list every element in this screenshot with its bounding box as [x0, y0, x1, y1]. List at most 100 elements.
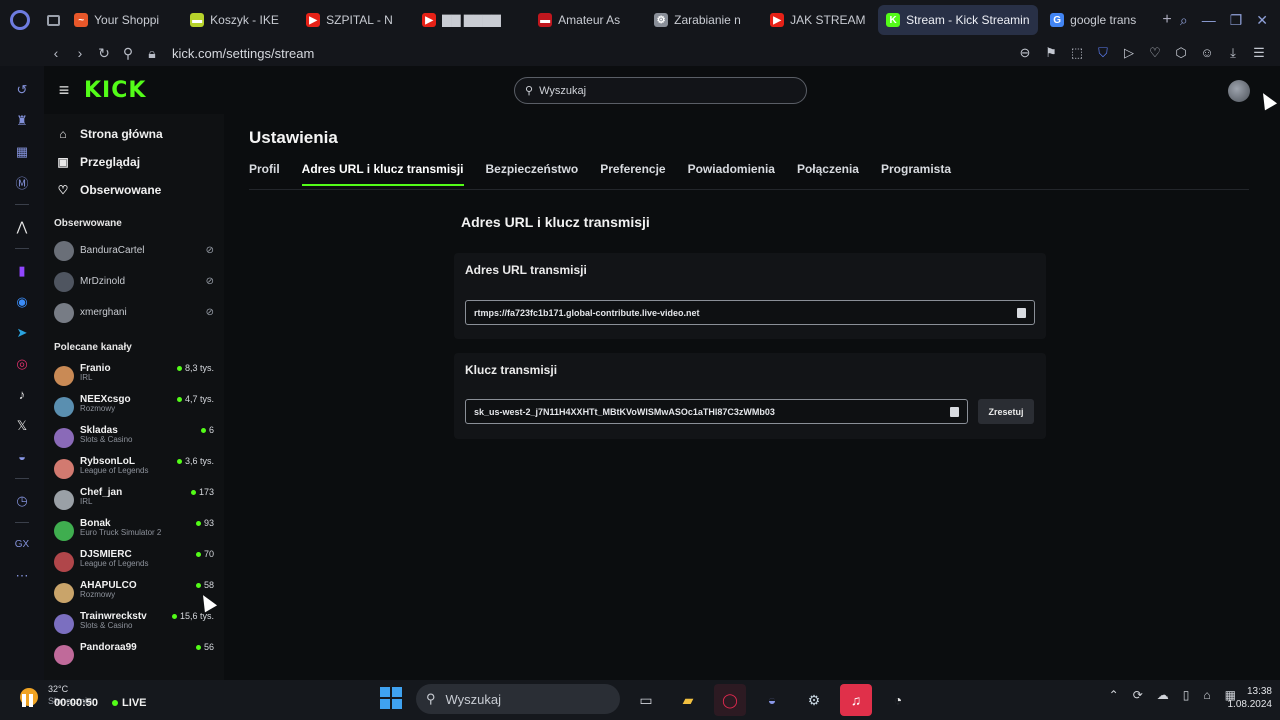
url-field[interactable]: kick.com/settings/stream — [172, 46, 314, 61]
instagram-icon[interactable]: ◎ — [0, 348, 44, 379]
settings-tab[interactable]: Preferencje — [600, 162, 665, 186]
tray-device-icon[interactable]: ▯ — [1183, 688, 1190, 702]
recommended-channel[interactable]: AHAPULCO Rozmowy 58 — [44, 576, 224, 607]
recommended-channel[interactable]: NEEXcsgo Rozmowy 4,7 tys. — [44, 390, 224, 421]
x-twitter-icon[interactable]: 𝕏 — [0, 410, 44, 441]
browser-tab[interactable]: ▬ Amateur As — [530, 5, 642, 35]
kick-logo[interactable]: KICK — [84, 78, 146, 103]
recommended-channel[interactable]: Chef_jan IRL 173 — [44, 483, 224, 514]
copy-icon[interactable] — [950, 407, 959, 417]
nav-item[interactable]: ⌂ Strona główna — [44, 120, 224, 148]
reset-key-button[interactable]: Zresetuj — [978, 399, 1034, 424]
settings-tab[interactable]: Powiadomienia — [688, 162, 775, 186]
workspaces-icon[interactable] — [40, 0, 66, 40]
bookmark-heart-icon[interactable]: ♡ — [1148, 45, 1162, 61]
history-icon[interactable]: ↺ — [0, 74, 44, 105]
settings-tab[interactable]: Programista — [881, 162, 951, 186]
gx-icon[interactable]: GX — [0, 529, 44, 560]
address-bar-actions: ⊖ ⚑ ⬚ ⛉ ▷ ♡ ⬡ ☺ ⤓ ☰ — [1018, 45, 1280, 61]
tray-sync-icon[interactable]: ⟳ — [1133, 688, 1143, 702]
browser-tab[interactable]: ▬ Koszyk - IKE — [182, 5, 294, 35]
telegram-icon[interactable]: ➤ — [0, 317, 44, 348]
taskbar-search[interactable]: ⚲ Wyszukaj — [416, 684, 620, 714]
channel-info: Bonak Euro Truck Simulator 2 — [80, 518, 196, 538]
reload-icon[interactable]: ↻ — [92, 45, 116, 62]
file-explorer-icon[interactable]: ▰ — [672, 684, 704, 716]
site-settings-icon[interactable]: ⚲ — [116, 45, 140, 62]
discord-taskbar-icon[interactable]: ◒ — [756, 684, 788, 716]
tray-cloud-icon[interactable]: ☁ — [1157, 688, 1169, 702]
browser-tab[interactable]: K Stream - Kick Streamin — [878, 5, 1039, 35]
forward-icon[interactable]: › — [68, 45, 92, 61]
close-window-icon[interactable]: ✕ — [1256, 12, 1268, 29]
settings-tab[interactable]: Bezpieczeństwo — [486, 162, 579, 186]
taskbar-clock[interactable]: 13:38 1.08.2024 — [1228, 685, 1273, 711]
tiktok-icon[interactable]: ♪ — [0, 379, 44, 410]
offline-icon: ⊘ — [205, 307, 214, 318]
live-dot-icon — [195, 551, 201, 557]
snapshot-icon[interactable]: ⬚ — [1070, 45, 1084, 61]
steam-icon[interactable]: ⚙ — [798, 684, 830, 716]
more-icon[interactable]: ⋯ — [0, 560, 44, 591]
followed-channel[interactable]: xmerghani ⊘ — [44, 297, 224, 328]
back-icon[interactable]: ‹ — [44, 45, 68, 61]
recommended-channel[interactable]: Pandoraa99 56 — [44, 638, 224, 669]
settings-tab[interactable]: Adres URL i klucz transmisji — [301, 162, 464, 186]
browser-tab[interactable]: ▶ SZPITAL - N — [298, 5, 410, 35]
settings-tab[interactable]: Połączenia — [797, 162, 859, 186]
opera-menu-button[interactable] — [0, 0, 40, 40]
hamburger-menu-icon[interactable]: ≡ — [44, 80, 84, 101]
browser-tab[interactable]: ~ Your Shoppi — [66, 5, 178, 35]
lock-icon[interactable]: 🔒︎ — [140, 45, 164, 62]
player-icon[interactable]: ▷ — [1122, 45, 1136, 61]
obs-icon[interactable]: ◔ — [882, 684, 914, 716]
tab-search-icon[interactable]: ⌕ — [1180, 12, 1188, 29]
followed-channel[interactable]: MrDzinold ⊘ — [44, 266, 224, 297]
player-sidebar-icon[interactable]: ◷ — [0, 485, 44, 516]
profile-icon[interactable]: ☺ — [1200, 45, 1214, 61]
speed-dial-icon[interactable]: ▦ — [0, 136, 44, 167]
stream-url-field[interactable]: rtmps://fa723fc1b171.global-contribute.l… — [465, 300, 1035, 325]
recommended-channel[interactable]: Bonak Euro Truck Simulator 2 93 — [44, 514, 224, 545]
music-icon[interactable]: ♫ — [840, 684, 872, 716]
new-tab-button[interactable]: + — [1154, 5, 1180, 35]
tray-chevron-icon[interactable]: ⌃ — [1109, 688, 1119, 702]
followed-channel[interactable]: BanduraCartel ⊘ — [44, 235, 224, 266]
recommended-channel[interactable]: RybsonLoL League of Legends 3,6 tys. — [44, 452, 224, 483]
nav-item[interactable]: ▣ Przeglądaj — [44, 148, 224, 176]
easy-setup-icon[interactable]: ☰ — [1252, 45, 1266, 61]
discord-icon[interactable]: ◒ — [0, 441, 44, 472]
task-view-icon[interactable]: ▭ — [630, 684, 662, 716]
tray-network-icon[interactable]: ⌂ — [1203, 688, 1210, 702]
browser-tab[interactable]: ▶ ▇▇ ▇▇▇▇ — [414, 5, 526, 35]
recommended-channel[interactable]: Franio IRL 8,3 tys. — [44, 359, 224, 390]
recommended-channel[interactable]: DJSMIERC League of Legends 70 — [44, 545, 224, 576]
twitch-icon[interactable]: ▮ — [0, 255, 44, 286]
windows-start-icon[interactable] — [380, 687, 402, 709]
messenger-m-icon[interactable]: Ⓜ — [0, 167, 44, 198]
browser-tab[interactable]: ▶ JAK STREAM — [762, 5, 874, 35]
settings-tab[interactable]: Profil — [249, 162, 280, 186]
nav-item[interactable]: ♡ Obserwowane — [44, 176, 224, 204]
kick-search-input[interactable]: ⚲ Wyszukaj — [514, 77, 807, 104]
stream-key-field[interactable]: sk_us-west-2_j7N11H4XXHTt_MBtKVoWlSMwASO… — [465, 399, 968, 424]
messenger-icon[interactable]: ◉ — [0, 286, 44, 317]
browser-tab[interactable]: Ggoogle trans — [1042, 5, 1154, 35]
extensions-icon[interactable]: ⬡ — [1174, 45, 1188, 61]
user-avatar[interactable] — [1228, 80, 1250, 102]
copy-icon[interactable] — [1017, 308, 1026, 318]
opera-gx-icon[interactable]: ◯ — [714, 684, 746, 716]
recommended-channel[interactable]: Skladas Slots & Casino 6 — [44, 421, 224, 452]
browser-tab[interactable]: ⚙ Zarabianie n — [646, 5, 758, 35]
maximize-icon[interactable]: ❐ — [1230, 12, 1243, 29]
minimize-icon[interactable]: — — [1202, 12, 1216, 28]
viewer-count-value: 93 — [203, 518, 214, 528]
aria-icon[interactable]: ♜ — [0, 105, 44, 136]
recommended-channel[interactable]: Trainwreckstv Slots & Casino 15,6 tys. — [44, 607, 224, 638]
kick-app-icon[interactable]: ⋀ — [0, 211, 44, 242]
downloads-icon[interactable]: ⤓ — [1226, 45, 1240, 61]
vpn-shield-icon[interactable]: ⛉ — [1096, 45, 1110, 61]
zoom-icon[interactable]: ⊖ — [1018, 45, 1032, 61]
pin-icon[interactable]: ⚑ — [1044, 45, 1058, 61]
pause-icon[interactable] — [22, 694, 34, 707]
